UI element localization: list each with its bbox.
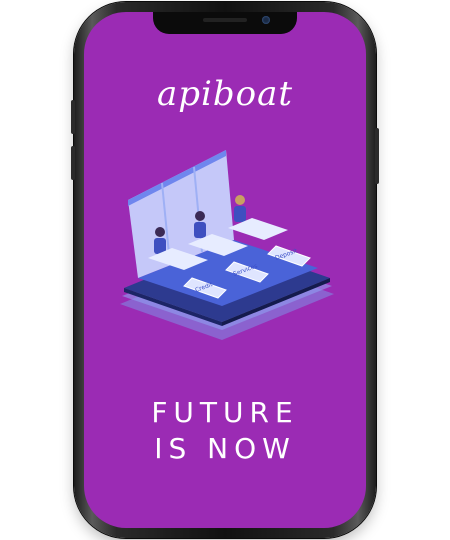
volume-up-button [71, 100, 75, 134]
headline-line-2: IS NOW [154, 432, 296, 465]
speaker-grille [203, 18, 247, 22]
teller-2 [194, 211, 206, 238]
teller-1 [154, 227, 166, 254]
phone-screen: apiboat Credit Services Deposit FUTURE I… [84, 12, 366, 528]
brand-logo: apiboat [156, 74, 294, 114]
teller-3 [234, 195, 246, 222]
headline-line-1: FUTURE [151, 396, 299, 429]
power-button [375, 128, 379, 184]
volume-down-button [71, 146, 75, 180]
bank-counter-illustration: Credit Services Deposit [120, 150, 334, 340]
front-camera-icon [262, 16, 270, 24]
phone-notch [153, 12, 297, 34]
